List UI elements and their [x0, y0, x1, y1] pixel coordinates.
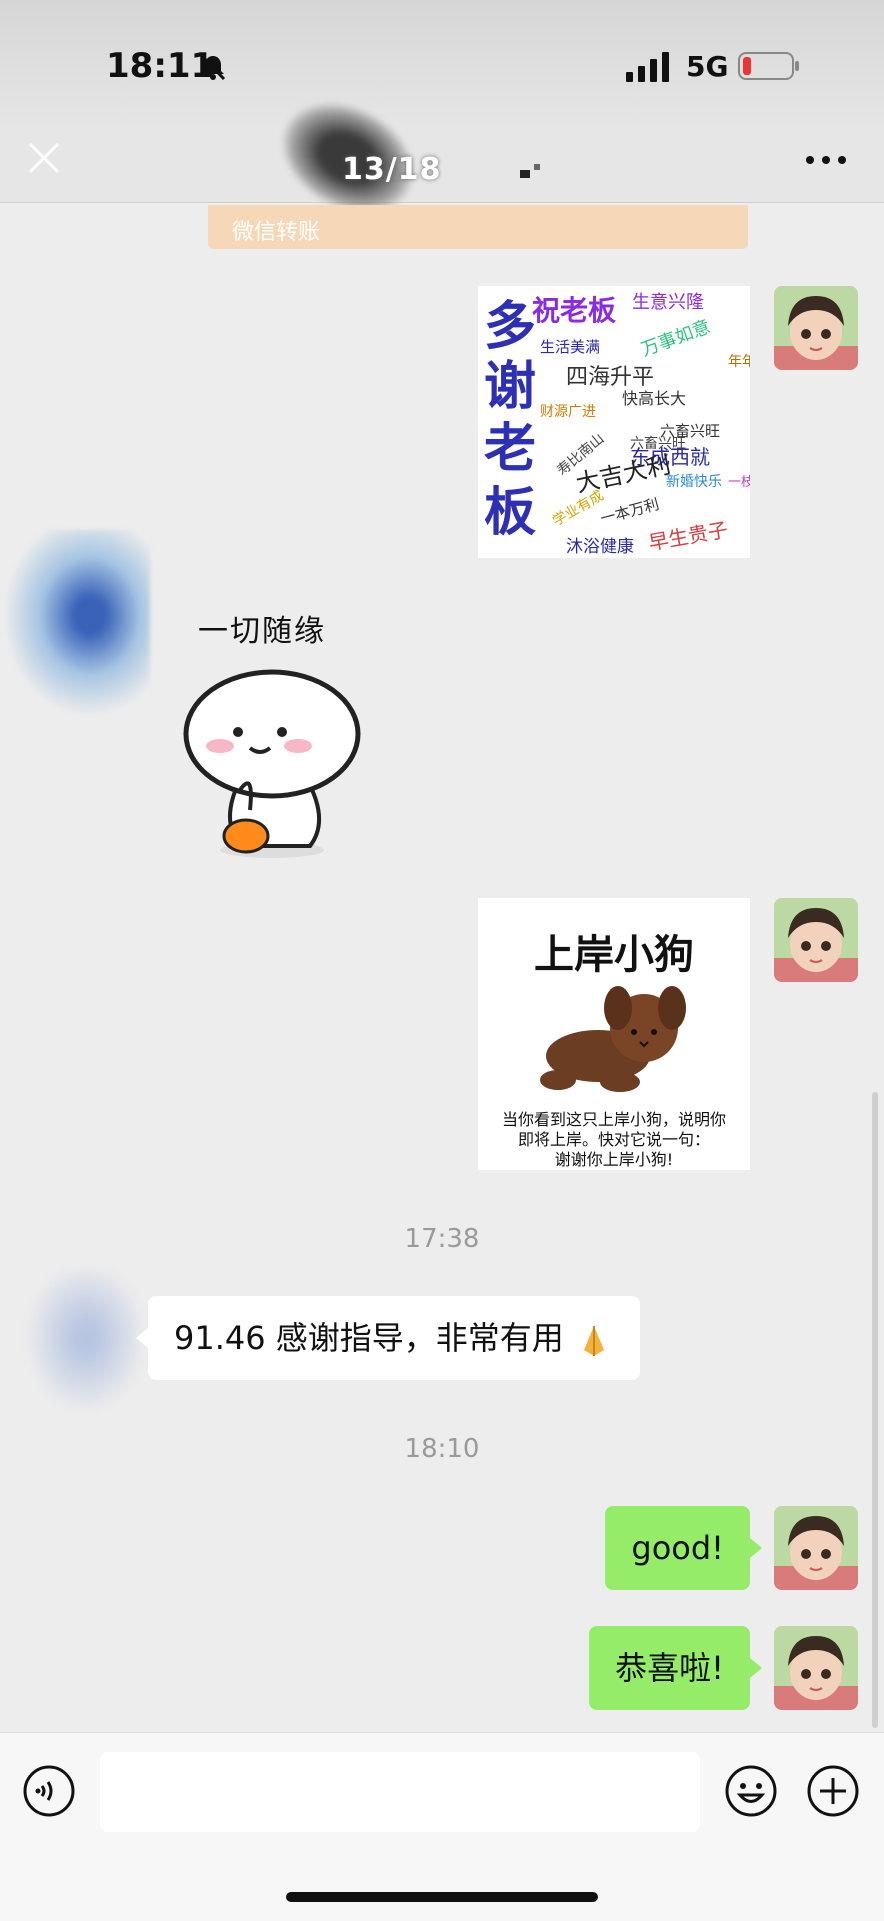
blurred-avatar[interactable] — [20, 1270, 140, 1420]
close-icon[interactable] — [26, 140, 62, 176]
voice-input-icon[interactable] — [22, 1764, 76, 1818]
plus-icon[interactable] — [806, 1764, 860, 1818]
dog-icon — [540, 986, 686, 1092]
lucky-words-image: 多 谢 老 板 祝老板 生意兴隆 生活美满 万事如意 四海升平 快高长大 六畜兴… — [484, 292, 750, 557]
svg-text:四海升平: 四海升平 — [566, 365, 654, 390]
more-options-icon[interactable] — [804, 150, 848, 170]
message-bubble-left[interactable]: 91.46 感谢指导，非常有用 — [136, 1296, 640, 1380]
redacted-dots — [520, 164, 540, 178]
avatar[interactable] — [774, 1626, 858, 1710]
svg-text:一本万利: 一本万利 — [598, 495, 661, 528]
avatar-girl-icon — [774, 1626, 858, 1710]
scrollbar[interactable] — [872, 1092, 878, 1728]
smiling-blob-sticker-icon[interactable] — [180, 660, 364, 860]
svg-text:多: 多 — [484, 297, 536, 357]
home-indicator[interactable] — [286, 1892, 598, 1902]
svg-text:财源广进: 财源广进 — [540, 404, 596, 420]
message-text: 91.46 感谢指导，非常有用 — [174, 1319, 564, 1357]
timestamp: 18:10 — [404, 1434, 480, 1464]
svg-text:老: 老 — [484, 419, 536, 479]
avatar-girl-icon — [774, 286, 858, 370]
avatar[interactable] — [774, 898, 858, 982]
praying-hands-icon — [583, 1326, 604, 1356]
svg-text:年年十八: 年年十八 — [728, 354, 750, 370]
message-bubble-right[interactable]: good! — [605, 1506, 762, 1590]
svg-text:早生贵子: 早生贵子 — [647, 517, 730, 555]
avatar-girl-icon — [774, 1506, 858, 1590]
avatar[interactable] — [774, 1506, 858, 1590]
svg-text:祝老板: 祝老板 — [532, 294, 616, 327]
message-bubble-right[interactable]: 恭喜啦! — [589, 1626, 762, 1710]
lucky-words-sticker[interactable]: 多 谢 老 板 祝老板 生意兴隆 生活美满 万事如意 四海升平 快高长大 六畜兴… — [478, 286, 750, 558]
svg-text:沐浴健康: 沐浴健康 — [566, 537, 634, 557]
transfer-label: 微信转账 — [232, 220, 321, 245]
dog-sticker-title: 上岸小狗 — [534, 932, 694, 978]
message-text: 恭喜啦! — [615, 1649, 724, 1687]
svg-text:生意兴隆: 生意兴隆 — [632, 292, 704, 313]
svg-text:新婚快乐: 新婚快乐 — [666, 474, 722, 490]
message-input[interactable] — [100, 1752, 700, 1832]
avatar[interactable] — [774, 286, 858, 370]
chat-header — [0, 130, 884, 203]
svg-text:快高长大: 快高长大 — [622, 389, 686, 408]
svg-text:万事如意: 万事如意 — [639, 316, 714, 360]
network-type: 5G — [686, 50, 729, 83]
timestamp: 17:38 — [404, 1224, 480, 1254]
dog-sticker-text-3: 谢谢你上岸小狗! — [554, 1150, 674, 1169]
message-text: good! — [631, 1529, 724, 1567]
page-counter: 13/18 — [342, 152, 442, 187]
avatar-girl-icon — [774, 898, 858, 982]
battery-icon — [738, 52, 799, 80]
shore-dog-sticker[interactable]: 上岸小狗 当你看到这只上岸小狗，说明你 即将上岸。快对它说一句： 谢谢你上岸小狗… — [478, 898, 750, 1170]
emoji-icon[interactable] — [724, 1764, 778, 1818]
svg-text:板: 板 — [484, 483, 536, 543]
svg-text:生活美满: 生活美满 — [540, 338, 600, 356]
svg-text:六畜兴旺: 六畜兴旺 — [630, 436, 686, 452]
svg-text:谢: 谢 — [484, 357, 536, 417]
mute-bell-icon — [200, 54, 226, 81]
signal-icon — [626, 52, 669, 82]
svg-text:一枝花: 一枝花 — [728, 474, 750, 490]
blurred-avatar[interactable] — [0, 530, 150, 720]
sticker-caption: 一切随缘 — [198, 614, 326, 649]
